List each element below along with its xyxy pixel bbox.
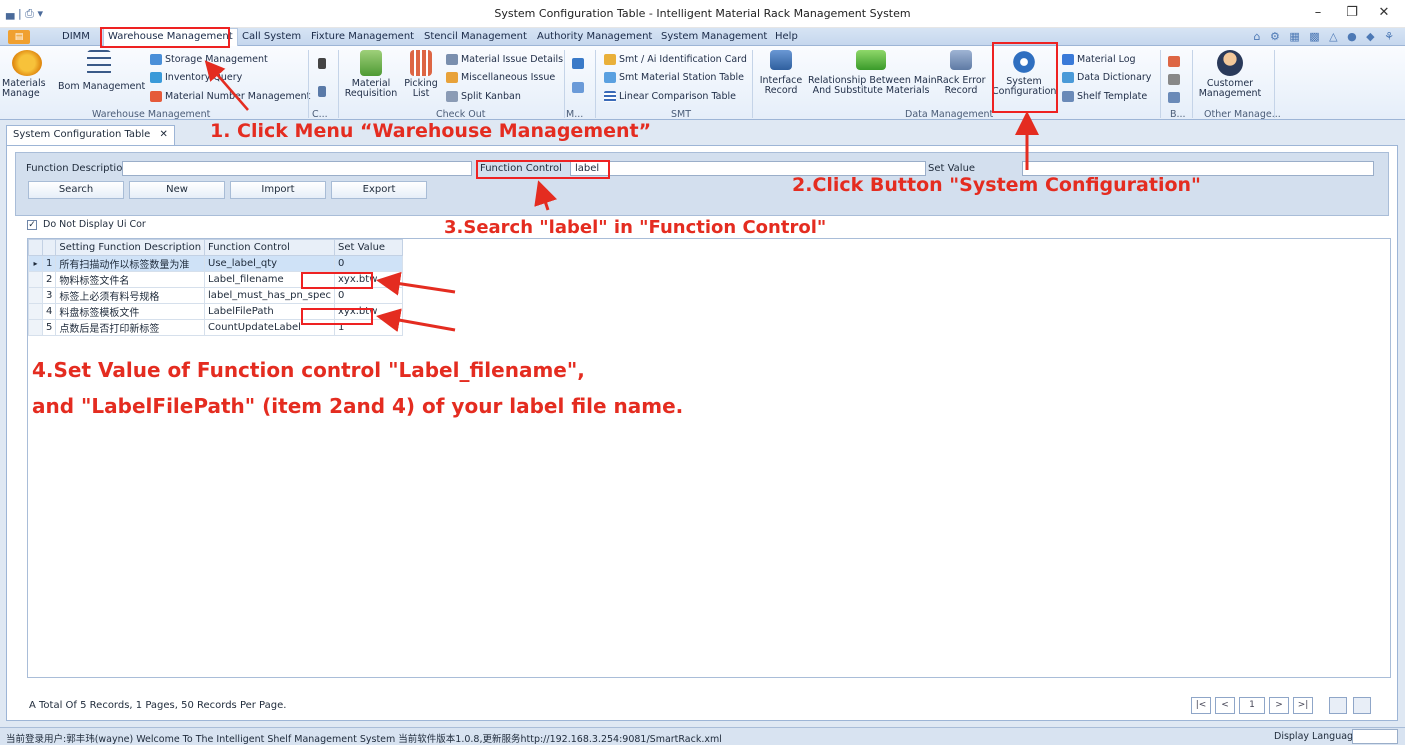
arrow-row4	[376, 308, 456, 332]
arrow-step3	[534, 180, 558, 211]
annotation-step4-line1: 4.Set Value of Function control "Label_f…	[32, 358, 585, 382]
annotation-step3: 3.Search "label" in "Function Control"	[444, 217, 827, 238]
annotation-step1: 1. Click Menu “Warehouse Management”	[210, 120, 652, 142]
annotation-step2: 2.Click Button "System Configuration"	[792, 174, 1201, 196]
arrow-row2	[376, 271, 456, 296]
arrow-step1	[204, 60, 249, 111]
annotation-step4-line2: and "LabelFilePath" (item 2and 4) of you…	[32, 394, 684, 418]
